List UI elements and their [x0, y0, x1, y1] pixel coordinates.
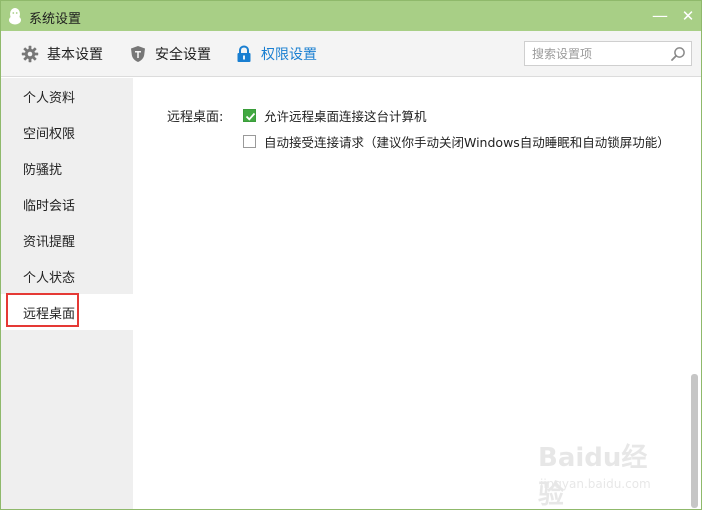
tab-basic-settings-label: 基本设置 [47, 47, 103, 63]
window-title: 系统设置 [29, 12, 82, 27]
search-icon[interactable] [670, 46, 686, 62]
checkmark-icon [245, 112, 256, 121]
title-bar[interactable]: 系统设置 — ✕ [1, 1, 701, 31]
tab-permission-settings[interactable]: 权限设置 [235, 31, 317, 77]
minimize-button[interactable]: — [649, 5, 671, 27]
tab-basic-settings[interactable]: 基本设置 [21, 31, 103, 77]
search-box [524, 41, 692, 66]
watermark-brand: Baidu经验 [538, 443, 648, 510]
auto-accept-label: 自动接受连接请求（建议你手动关闭Windows自动睡眠和自动锁屏功能） [264, 135, 670, 150]
shield-icon [131, 46, 145, 62]
auto-accept-option[interactable]: 自动接受连接请求（建议你手动关闭Windows自动睡眠和自动锁屏功能） [243, 132, 670, 151]
sidebar-item-personal-status[interactable]: 个人状态 [1, 258, 133, 294]
watermark-site: jingyan.baidu.com [540, 477, 651, 491]
tab-security-settings-label: 安全设置 [155, 47, 211, 63]
settings-window: 系统设置 — ✕ 基本设置 安全设置 权限设置 搜索设置项 个人资料 空间权限 … [0, 0, 702, 510]
qq-penguin-icon [9, 8, 21, 25]
allow-remote-desktop-checkbox[interactable] [243, 109, 256, 122]
settings-toolbar: 基本设置 安全设置 权限设置 [1, 31, 701, 77]
allow-remote-desktop-label: 允许远程桌面连接这台计算机 [264, 109, 427, 124]
close-button[interactable]: ✕ [677, 5, 699, 27]
sidebar-item-news-reminder[interactable]: 资讯提醒 [1, 222, 133, 258]
tab-security-settings[interactable]: 安全设置 [129, 31, 211, 77]
search-input[interactable] [525, 42, 665, 65]
sidebar-item-anti-harassment[interactable]: 防骚扰 [1, 150, 133, 186]
vertical-scrollbar[interactable] [691, 374, 698, 508]
remote-desktop-section-label: 远程桌面: [167, 110, 224, 125]
tab-permission-settings-label: 权限设置 [261, 47, 317, 63]
gear-icon [21, 45, 39, 63]
lock-icon [237, 45, 251, 62]
sidebar-item-personal-profile[interactable]: 个人资料 [1, 78, 133, 114]
sidebar-item-space-permission[interactable]: 空间权限 [1, 114, 133, 150]
settings-sidebar: 个人资料 空间权限 防骚扰 临时会话 资讯提醒 个人状态 远程桌面 [1, 78, 133, 509]
red-highlight-box [6, 293, 79, 327]
baidu-watermark: Baidu经验 jingyan.baidu.com [538, 433, 668, 509]
allow-remote-desktop-option[interactable]: 允许远程桌面连接这台计算机 [243, 106, 427, 125]
auto-accept-checkbox[interactable] [243, 135, 256, 148]
sidebar-item-temp-chat[interactable]: 临时会话 [1, 186, 133, 222]
